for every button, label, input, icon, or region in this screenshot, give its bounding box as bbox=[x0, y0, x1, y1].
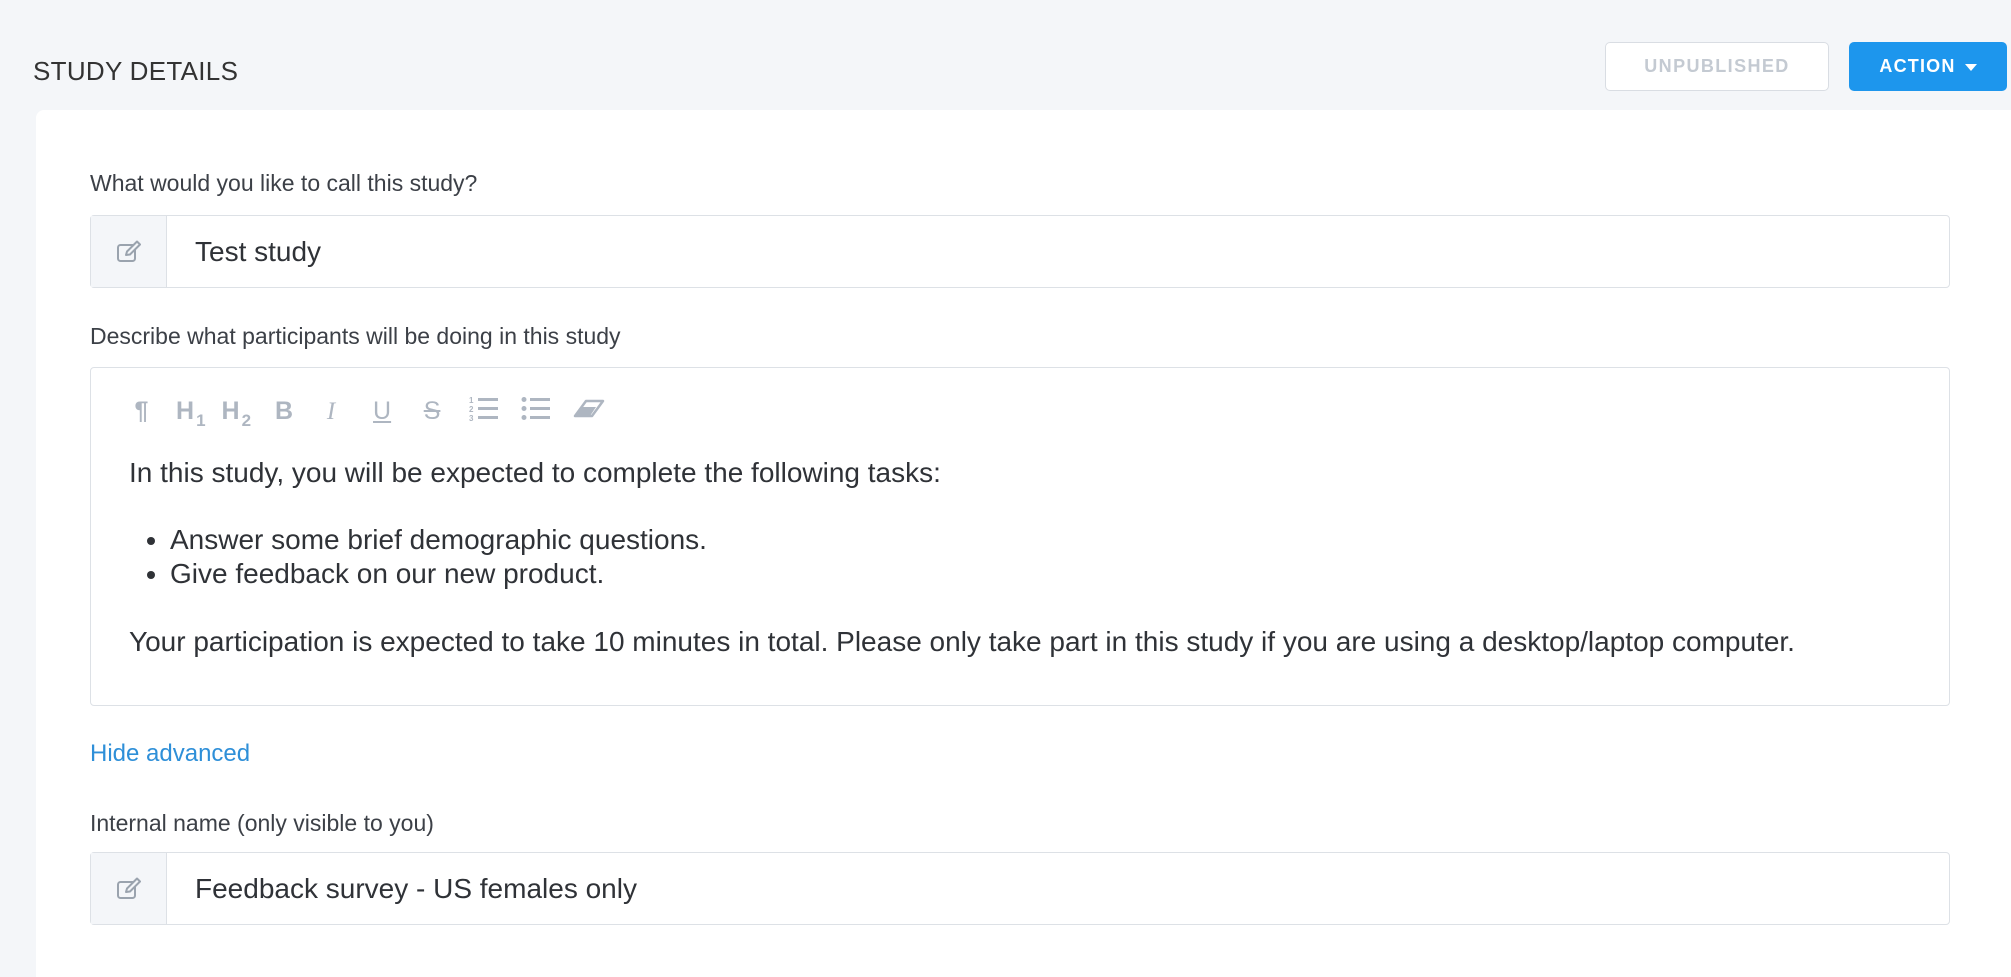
heading-2-icon[interactable]: H2 bbox=[222, 390, 252, 429]
edit-icon bbox=[116, 877, 141, 899]
page-title: STUDY DETAILS bbox=[33, 56, 239, 86]
hide-advanced-link[interactable]: Hide advanced bbox=[90, 740, 250, 768]
study-name-addon bbox=[91, 216, 167, 287]
editor-toolbar: ¶ H1 H2 B I U S 1 2 3 bbox=[129, 390, 605, 429]
ordered-list-icon[interactable]: 1 2 3 bbox=[469, 390, 499, 426]
bold-icon[interactable]: B bbox=[273, 390, 295, 426]
action-dropdown-button[interactable]: ACTION bbox=[1849, 42, 2007, 91]
internal-name-field[interactable]: Feedback survey - US females only bbox=[90, 852, 1950, 925]
ordered-list-svg: 1 2 3 bbox=[469, 396, 499, 421]
eraser-svg bbox=[573, 399, 605, 418]
list-item: Answer some brief demographic questions. bbox=[170, 523, 1919, 557]
list-item: Give feedback on our new product. bbox=[170, 557, 1919, 591]
bullet-list-icon[interactable] bbox=[521, 390, 551, 426]
unpublished-status-button[interactable]: UNPUBLISHED bbox=[1605, 42, 1829, 91]
description-label: Describe what participants will be doing… bbox=[90, 323, 621, 349]
bullet-list-svg bbox=[521, 397, 551, 420]
svg-text:3: 3 bbox=[469, 414, 474, 421]
internal-name-label: Internal name (only visible to you) bbox=[90, 810, 434, 836]
svg-text:1: 1 bbox=[469, 396, 474, 405]
caret-down-icon bbox=[1964, 64, 1977, 71]
strikethrough-icon[interactable]: S bbox=[421, 390, 443, 426]
paragraph-icon[interactable]: ¶ bbox=[129, 390, 154, 426]
study-name-input[interactable]: Test study bbox=[167, 216, 1949, 287]
description-editor[interactable]: ¶ H1 H2 B I U S 1 2 3 In this study, you… bbox=[90, 367, 1950, 706]
heading-1-icon[interactable]: H1 bbox=[176, 390, 206, 429]
action-button-label: ACTION bbox=[1879, 56, 1956, 76]
underline-icon[interactable]: U bbox=[371, 390, 393, 426]
eraser-icon[interactable] bbox=[573, 390, 605, 426]
description-closing: Your participation is expected to take 1… bbox=[129, 626, 1795, 657]
description-intro: In this study, you will be expected to c… bbox=[129, 457, 941, 488]
edit-icon bbox=[116, 240, 141, 262]
internal-name-input[interactable]: Feedback survey - US females only bbox=[167, 853, 1949, 924]
description-content[interactable]: In this study, you will be expected to c… bbox=[129, 456, 1919, 659]
italic-icon[interactable]: I bbox=[323, 390, 339, 426]
internal-name-addon bbox=[91, 853, 167, 924]
task-list: Answer some brief demographic questions.… bbox=[129, 523, 1919, 591]
svg-text:2: 2 bbox=[469, 405, 474, 414]
study-name-label: What would you like to call this study? bbox=[90, 170, 478, 196]
study-name-field[interactable]: Test study bbox=[90, 215, 1950, 288]
